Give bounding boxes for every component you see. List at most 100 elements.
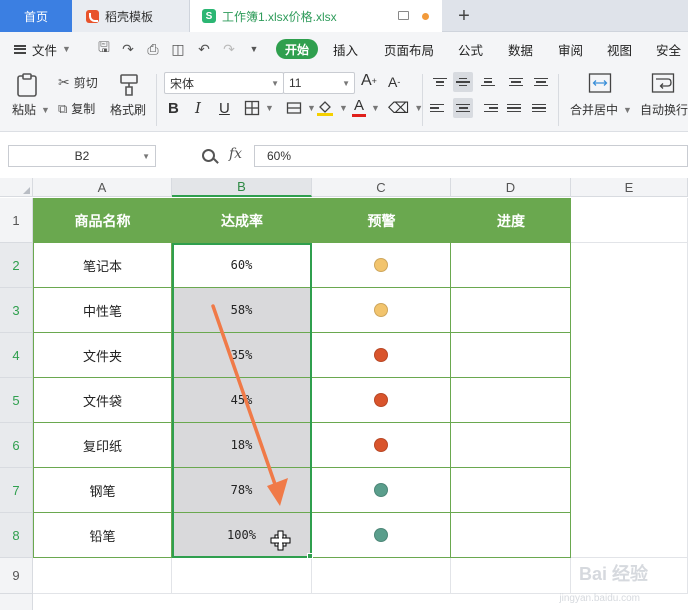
fill-handle[interactable]: [307, 553, 313, 559]
product-name-cell[interactable]: 文件夹: [33, 333, 172, 378]
row-header-6[interactable]: 6: [0, 423, 33, 468]
print-preview-icon[interactable]: ◫: [170, 41, 186, 57]
warning-cell[interactable]: [312, 243, 451, 288]
align-top-button[interactable]: [430, 72, 450, 92]
row-header-3[interactable]: 3: [0, 288, 33, 333]
tab-workbook[interactable]: S 工作簿1.xlsx价格.xlsx: [190, 0, 442, 32]
font-shrink-icon[interactable]: A-: [388, 74, 400, 90]
column-header-c[interactable]: C: [312, 178, 451, 197]
progress-cell[interactable]: [451, 333, 571, 378]
copy-button[interactable]: ⧉ 复制: [58, 100, 95, 117]
menu-insert[interactable]: 插入: [333, 32, 358, 66]
tab-template[interactable]: 稻壳模板: [72, 0, 190, 32]
format-painter-button[interactable]: [118, 72, 140, 98]
empty-cell[interactable]: [451, 558, 571, 594]
row-header-9[interactable]: 9: [0, 558, 33, 594]
rate-cell[interactable]: 78%: [172, 468, 312, 513]
column-header-a[interactable]: A: [33, 178, 172, 197]
menu-page-layout[interactable]: 页面布局: [384, 32, 434, 66]
spreadsheet-grid[interactable]: A B C D E 1 2 3 4 5 6 7 8 9 商品名称 达成率 预警 …: [0, 178, 688, 610]
tab-home[interactable]: 首页: [0, 0, 72, 32]
row-header-5[interactable]: 5: [0, 378, 33, 423]
increase-indent-button[interactable]: [531, 72, 551, 92]
rate-cell[interactable]: 35%: [172, 333, 312, 378]
borders-button[interactable]: ▼: [244, 98, 274, 118]
menu-formula[interactable]: 公式: [458, 32, 483, 66]
new-tab-button[interactable]: +: [452, 0, 476, 32]
redo-icon[interactable]: ↷: [221, 41, 237, 57]
empty-column-e[interactable]: [571, 243, 688, 558]
align-middle-button[interactable]: [453, 72, 473, 92]
decrease-indent-button[interactable]: [506, 72, 526, 92]
progress-cell[interactable]: [451, 288, 571, 333]
fx-icon[interactable]: fx: [229, 146, 242, 162]
distribute-button[interactable]: [529, 98, 549, 118]
merge-center-icon-button[interactable]: [588, 72, 612, 94]
font-name-select[interactable]: 宋体 ▼: [164, 72, 284, 94]
menu-review[interactable]: 审阅: [558, 32, 583, 66]
row-header-7[interactable]: 7: [0, 468, 33, 513]
align-center-button[interactable]: [453, 98, 473, 118]
column-header-e[interactable]: E: [571, 178, 688, 197]
empty-cell[interactable]: [312, 558, 451, 594]
font-grow-icon[interactable]: A +: [361, 72, 377, 90]
product-name-cell[interactable]: 钢笔: [33, 468, 172, 513]
align-left-button[interactable]: [430, 98, 450, 118]
align-right-button[interactable]: [478, 98, 498, 118]
monitor-icon[interactable]: [398, 11, 409, 20]
warning-cell[interactable]: [312, 288, 451, 333]
customize-chevron-icon[interactable]: ▼: [246, 41, 262, 57]
save-icon[interactable]: 🖫: [96, 39, 112, 57]
warning-cell[interactable]: [312, 423, 451, 468]
empty-cell[interactable]: [33, 558, 172, 594]
merge-center-button[interactable]: 合并居中 ▼: [570, 101, 632, 118]
name-box[interactable]: B2 ▼: [8, 145, 156, 167]
progress-cell[interactable]: [451, 468, 571, 513]
warning-cell[interactable]: [312, 513, 451, 558]
cell-style-button[interactable]: ▼: [286, 98, 316, 118]
bold-button[interactable]: B: [168, 98, 179, 118]
rate-cell[interactable]: 58%: [172, 288, 312, 333]
select-all-corner[interactable]: [0, 178, 33, 197]
menu-start[interactable]: 开始: [276, 39, 318, 59]
undo-icon[interactable]: ↶: [196, 41, 212, 57]
wrap-text-icon-button[interactable]: [651, 72, 675, 94]
row-header-2[interactable]: 2: [0, 243, 33, 288]
table-header-progress[interactable]: 进度: [451, 198, 571, 243]
font-size-select[interactable]: 11 ▼: [283, 72, 355, 94]
menu-security[interactable]: 安全: [656, 32, 681, 66]
rate-cell[interactable]: 60%: [172, 243, 312, 288]
product-name-cell[interactable]: 中性笔: [33, 288, 172, 333]
menu-view[interactable]: 视图: [607, 32, 632, 66]
row-header-10[interactable]: [0, 594, 33, 610]
table-header-warning[interactable]: 预警: [312, 198, 451, 243]
paste-label-group[interactable]: 粘贴 ▼: [12, 101, 50, 118]
table-header-rate[interactable]: 达成率: [172, 198, 312, 243]
table-header-name[interactable]: 商品名称: [33, 198, 172, 243]
row-header-1[interactable]: 1: [0, 198, 33, 243]
menu-data[interactable]: 数据: [508, 32, 533, 66]
export-icon[interactable]: ↷: [120, 41, 136, 57]
warning-cell[interactable]: [312, 468, 451, 513]
file-menu[interactable]: 文件 ▼: [14, 32, 71, 66]
row-header-4[interactable]: 4: [0, 333, 33, 378]
clear-format-button[interactable]: ⌫ ▼: [388, 98, 423, 118]
column-header-d[interactable]: D: [451, 178, 571, 197]
underline-button[interactable]: U: [219, 98, 230, 118]
column-header-b[interactable]: B: [172, 178, 312, 197]
empty-cell[interactable]: [571, 198, 688, 243]
warning-cell[interactable]: [312, 378, 451, 423]
row-header-8[interactable]: 8: [0, 513, 33, 558]
progress-cell[interactable]: [451, 243, 571, 288]
warning-cell[interactable]: [312, 333, 451, 378]
progress-cell[interactable]: [451, 378, 571, 423]
font-color-button[interactable]: A ▼: [352, 98, 380, 118]
cut-button[interactable]: ✂ 剪切: [58, 74, 98, 91]
product-name-cell[interactable]: 文件袋: [33, 378, 172, 423]
paste-button[interactable]: [14, 72, 40, 98]
rate-cell[interactable]: 100%: [172, 513, 312, 558]
italic-button[interactable]: I: [195, 98, 201, 118]
product-name-cell[interactable]: 铅笔: [33, 513, 172, 558]
align-bottom-button[interactable]: [478, 72, 498, 92]
product-name-cell[interactable]: 复印纸: [33, 423, 172, 468]
